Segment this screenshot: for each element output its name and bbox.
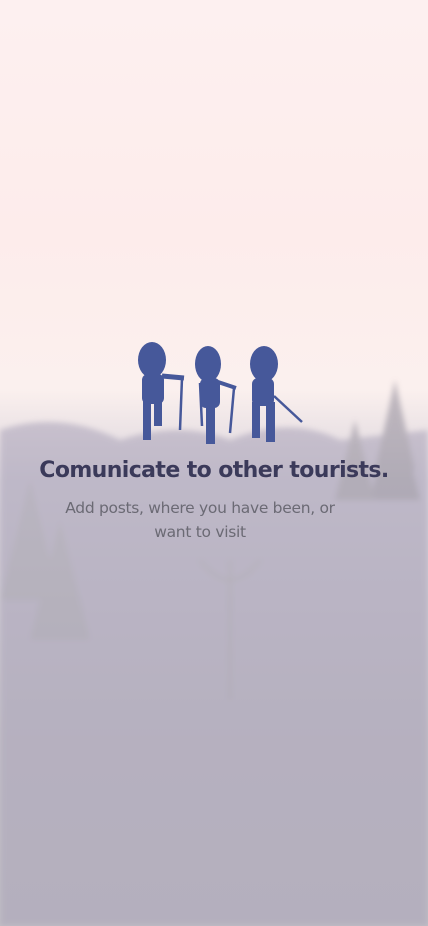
- hiker-3: [250, 346, 303, 442]
- hiker-2: [195, 346, 237, 444]
- hiker-1: [138, 342, 185, 440]
- onboarding-title: Comunicate to other tourists.: [39, 458, 389, 483]
- hikers-icon: [138, 342, 303, 444]
- onboarding-subtitle: Add posts, where you have been, or want …: [65, 499, 335, 541]
